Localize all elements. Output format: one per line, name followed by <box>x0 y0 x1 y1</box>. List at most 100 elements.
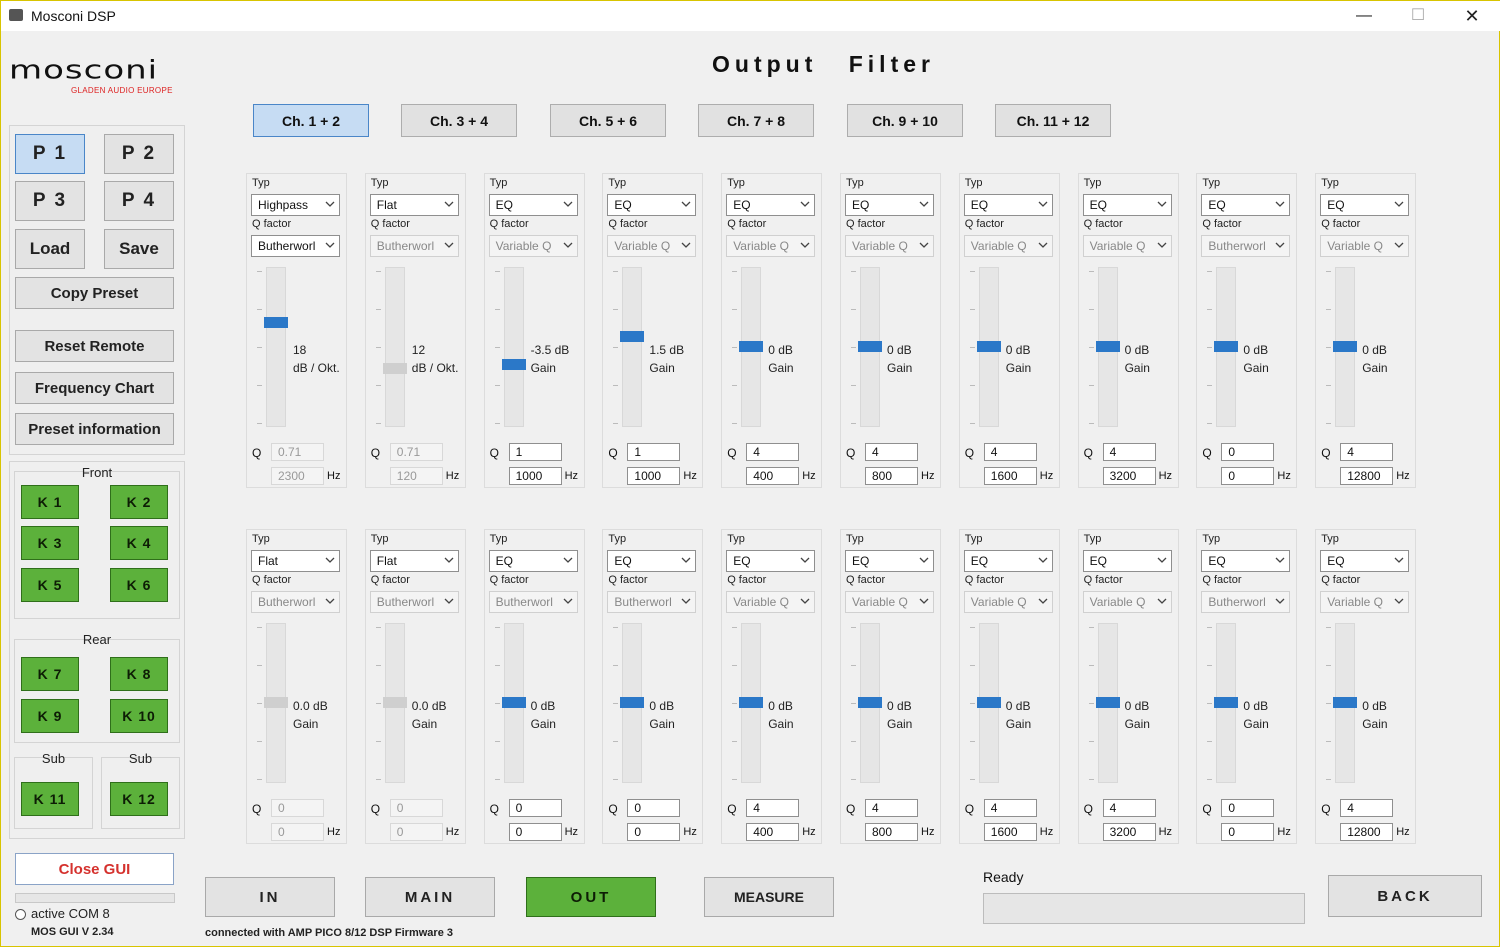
filter-type-select[interactable]: EQ <box>607 194 697 216</box>
q-input[interactable]: 4 <box>746 799 800 817</box>
filter-type-select[interactable]: EQ <box>963 550 1053 572</box>
preset-p2-button[interactable]: P 2 <box>104 134 174 174</box>
q-input[interactable]: 4 <box>1340 799 1394 817</box>
channel-tab-6[interactable]: Ch. 11 + 12 <box>995 104 1111 137</box>
back-button[interactable]: BACK <box>1328 875 1482 917</box>
q-input[interactable]: 4 <box>1102 443 1156 461</box>
q-input[interactable]: 4 <box>865 799 918 817</box>
slider-thumb[interactable] <box>1214 697 1239 708</box>
q-input[interactable]: 4 <box>983 443 1037 461</box>
q-input[interactable]: 0.71 <box>389 443 443 461</box>
filter-type-select[interactable]: EQ <box>1201 194 1291 216</box>
preset-p3-button[interactable]: P 3 <box>15 181 85 221</box>
channel-tab-2[interactable]: Ch. 3 + 4 <box>401 104 517 137</box>
frequency-input[interactable]: 120 <box>389 467 443 485</box>
filter-type-select[interactable]: EQ <box>488 550 578 572</box>
filter-type-select[interactable]: EQ <box>845 550 934 572</box>
preset-p1-button[interactable]: P 1 <box>15 134 85 174</box>
frequency-input[interactable]: 0 <box>627 823 681 841</box>
q-input[interactable]: 0 <box>389 799 443 817</box>
filter-type-select[interactable]: EQ <box>726 194 816 216</box>
frequency-chart-button[interactable]: Frequency Chart <box>15 372 174 404</box>
slider-track[interactable] <box>384 267 405 427</box>
frequency-input[interactable]: 400 <box>746 467 800 485</box>
q-input[interactable]: 4 <box>983 799 1037 817</box>
frequency-input[interactable]: 800 <box>865 823 918 841</box>
close-window-button[interactable]: ✕ <box>1449 1 1495 31</box>
filter-type-select[interactable]: EQ <box>1320 194 1410 216</box>
slider-thumb[interactable] <box>501 697 526 708</box>
filter-type-select[interactable]: EQ <box>1320 550 1410 572</box>
channel-k10-button[interactable]: K 10 <box>110 699 168 733</box>
slider-thumb[interactable] <box>858 341 882 352</box>
com-radio[interactable] <box>15 909 26 920</box>
q-input[interactable]: 4 <box>1102 799 1156 817</box>
channel-k5-button[interactable]: K 5 <box>21 568 79 602</box>
preset-information-button[interactable]: Preset information <box>15 413 174 445</box>
frequency-input[interactable]: 800 <box>865 467 918 485</box>
slider-thumb[interactable] <box>739 697 764 708</box>
channel-k2-button[interactable]: K 2 <box>110 485 168 519</box>
q-input[interactable]: 0 <box>1221 799 1275 817</box>
slider-thumb[interactable] <box>501 358 526 370</box>
frequency-input[interactable]: 12800 <box>1340 823 1394 841</box>
filter-type-select[interactable]: EQ <box>1082 550 1172 572</box>
channel-k11-button[interactable]: K 11 <box>21 782 79 816</box>
q-input[interactable]: 1 <box>508 443 562 461</box>
slider-thumb[interactable] <box>1095 341 1120 352</box>
frequency-input[interactable]: 1000 <box>508 467 562 485</box>
slider-thumb[interactable] <box>739 341 764 352</box>
filter-type-select[interactable]: EQ <box>963 194 1053 216</box>
frequency-input[interactable]: 1600 <box>983 823 1037 841</box>
frequency-input[interactable]: 400 <box>746 823 800 841</box>
measure-button[interactable]: MEASURE <box>704 877 834 917</box>
load-button[interactable]: Load <box>15 229 85 269</box>
qfactor-select[interactable]: Butherworl <box>251 235 340 257</box>
channel-tab-3[interactable]: Ch. 5 + 6 <box>550 104 666 137</box>
filter-type-select[interactable]: Flat <box>369 194 459 216</box>
q-input[interactable]: 4 <box>865 443 918 461</box>
frequency-input[interactable]: 3200 <box>1102 823 1156 841</box>
slider-thumb[interactable] <box>1214 341 1239 352</box>
slider-thumb[interactable] <box>620 330 645 342</box>
slider-thumb[interactable] <box>1333 341 1358 352</box>
channel-k12-button[interactable]: K 12 <box>110 782 168 816</box>
slider-thumb[interactable] <box>976 697 1001 708</box>
preset-p4-button[interactable]: P 4 <box>104 181 174 221</box>
filter-type-select[interactable]: Flat <box>369 550 459 572</box>
filter-type-select[interactable]: EQ <box>1082 194 1172 216</box>
frequency-input[interactable]: 1600 <box>983 467 1037 485</box>
q-input[interactable]: 0 <box>1221 443 1275 461</box>
filter-type-select[interactable]: EQ <box>845 194 934 216</box>
slider-thumb[interactable] <box>1333 697 1358 708</box>
save-button[interactable]: Save <box>104 229 174 269</box>
channel-tab-5[interactable]: Ch. 9 + 10 <box>847 104 963 137</box>
filter-type-select[interactable]: EQ <box>726 550 816 572</box>
frequency-input[interactable]: 0 <box>389 823 443 841</box>
reset-remote-button[interactable]: Reset Remote <box>15 330 174 362</box>
q-input[interactable]: 4 <box>746 443 800 461</box>
q-input[interactable]: 0 <box>271 799 324 817</box>
minimize-button[interactable]: — <box>1341 1 1387 31</box>
slider-track[interactable] <box>622 267 643 427</box>
frequency-input[interactable]: 1000 <box>627 467 681 485</box>
slider-thumb[interactable] <box>1095 697 1120 708</box>
frequency-input[interactable]: 0 <box>1221 823 1275 841</box>
channel-tab-1[interactable]: Ch. 1 + 2 <box>253 104 369 137</box>
frequency-input[interactable]: 2300 <box>271 467 324 485</box>
frequency-input[interactable]: 12800 <box>1340 467 1394 485</box>
close-gui-button[interactable]: Close GUI <box>15 853 174 885</box>
channel-tab-4[interactable]: Ch. 7 + 8 <box>698 104 814 137</box>
frequency-input[interactable]: 0 <box>271 823 324 841</box>
q-input[interactable]: 4 <box>1340 443 1394 461</box>
filter-type-select[interactable]: Flat <box>251 550 340 572</box>
filter-type-select[interactable]: EQ <box>488 194 578 216</box>
channel-k4-button[interactable]: K 4 <box>110 526 168 560</box>
frequency-input[interactable]: 0 <box>1221 467 1275 485</box>
channel-k3-button[interactable]: K 3 <box>21 526 79 560</box>
frequency-input[interactable]: 3200 <box>1102 467 1156 485</box>
q-input[interactable]: 1 <box>627 443 681 461</box>
frequency-input[interactable]: 0 <box>508 823 562 841</box>
nav-main-button[interactable]: MAIN <box>365 877 495 917</box>
copy-preset-button[interactable]: Copy Preset <box>15 277 174 309</box>
